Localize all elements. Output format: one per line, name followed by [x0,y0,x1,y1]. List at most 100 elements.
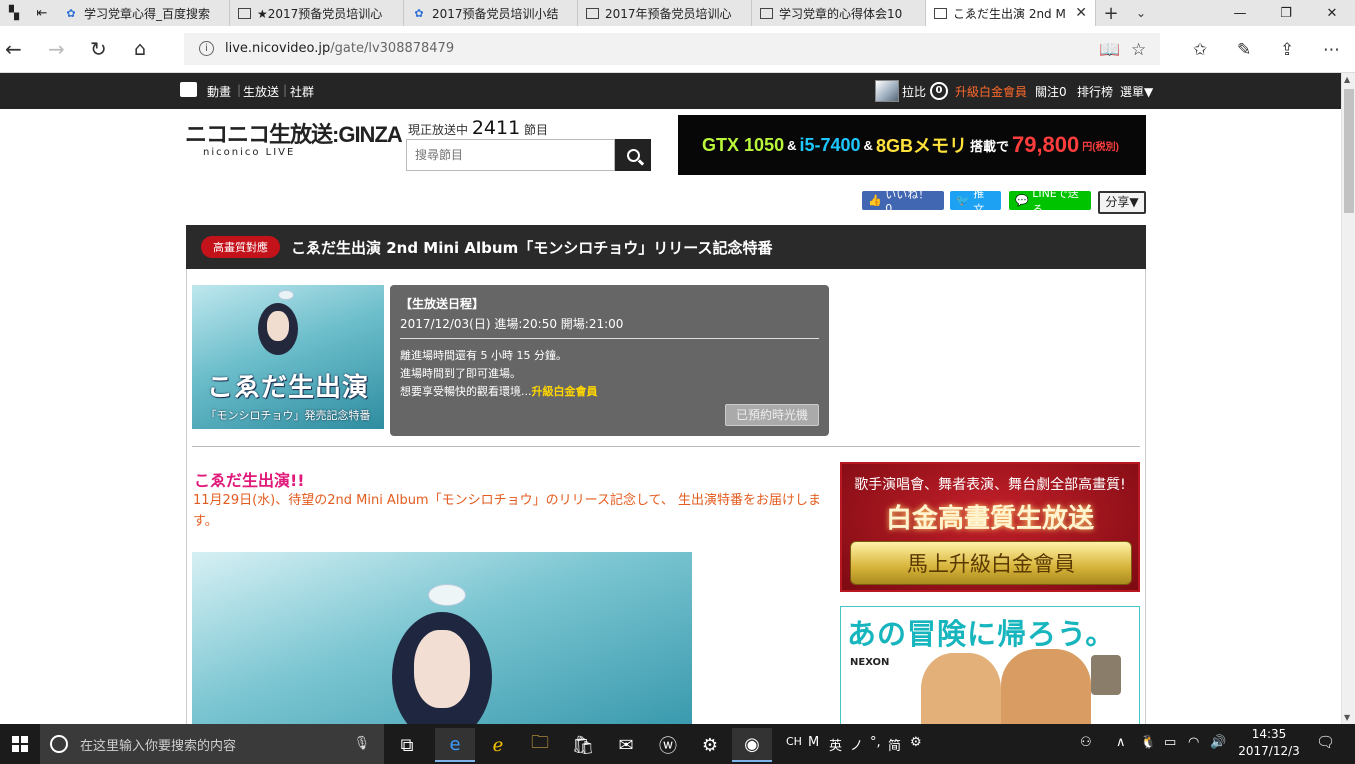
close-tab-icon[interactable]: ✕ [1075,5,1087,21]
nav-video[interactable]: 動畫 [207,83,231,100]
thumb-subtitle: 「モンシロチョウ」発売記念特番 [205,409,371,422]
coin-badge[interactable]: 0 [930,82,948,100]
ime-mode[interactable]: M [808,735,819,750]
scroll-down-arrow-icon[interactable]: ▼ [1344,713,1350,722]
set-tabs-aside-icon[interactable]: ⇤ [28,0,56,26]
home-icon[interactable]: ⌂ [134,38,146,60]
more-menu-icon[interactable]: ⋯ [1323,40,1340,60]
thumb-face [267,311,289,341]
menu-dropdown[interactable]: 選單▼ [1120,83,1153,100]
game-app-icon[interactable]: ◉ [732,728,772,762]
web-note-pen-icon[interactable]: ✎ [1237,40,1251,60]
upgrade-premium-link[interactable]: 升級白金會員 [955,83,1027,100]
twitter-bird-icon: 🐦 [956,194,970,207]
browser-tab[interactable]: 学习党章的心得体会10 [752,0,926,26]
task-view-icon[interactable]: ⧉ [387,728,427,762]
close-window-button[interactable]: ✕ [1309,6,1355,21]
page-scrollbar[interactable]: ▲ ▼ [1341,73,1355,724]
file-explorer-icon[interactable]: 🗀 [520,728,560,762]
main-image-headpiece [428,584,466,606]
nav-live[interactable]: 生放送 [243,83,279,100]
share-dropdown-button[interactable]: 分享▼ [1098,191,1146,214]
tab-title: 2017年预备党员培训心 [605,6,732,21]
search-input[interactable] [406,139,615,171]
schedule-heading: 【生放送日程】 [400,297,485,311]
minimize-button[interactable]: — [1217,6,1263,21]
refresh-icon[interactable]: ↻ [90,38,107,60]
baidu-paw-icon: ✿ [414,6,424,20]
schedule-box: 【生放送日程】 2017/12/03(日) 進場:20:50 開場:21:00 … [390,285,829,436]
twitter-tweet-button[interactable]: 🐦 推文 [950,187,1001,216]
niconico-tv-icon[interactable] [180,82,197,97]
follow-link[interactable]: 關注0 [1035,83,1067,100]
system-clock[interactable]: 14:35 2017/12/3 [1237,726,1301,760]
nexon-game-ad-banner[interactable]: あの冒険に帰ろう。 NEXON [840,606,1140,726]
tab-title: こゑだ生出演 2nd M [953,6,1066,21]
network-icon[interactable]: ◠ [1188,735,1199,750]
tray-app-icon[interactable]: 🐧 [1140,735,1156,750]
upgrade-notice: 想要享受暢快的觀看環境...升級白金會員 [400,385,598,398]
taskbar-search-box[interactable]: 在这里输入你要搜索的内容 🎙 [40,724,384,764]
battery-icon[interactable]: ▭ [1164,735,1176,750]
browser-tab[interactable]: ✿ 学习党章心得_百度搜索 [56,0,230,26]
avatar[interactable] [875,80,899,102]
facebook-like-button[interactable]: 👍 いいね！ 0 [862,188,944,215]
niconico-live-logo[interactable]: ニコニコ生放送:GINZA niconico LIVE [185,122,403,159]
url-field[interactable]: i live.nicovideo.jp/gate/lv308878479 📖 ☆ [184,33,1160,65]
microphone-icon[interactable]: 🎙 [353,736,370,751]
internet-explorer-icon[interactable]: ℯ [478,728,518,762]
people-icon[interactable]: ⚇ [1080,735,1092,750]
line-share-button[interactable]: 💬 LINEで送る [1009,187,1091,216]
upgrade-link[interactable]: 升級白金會員 [532,385,598,398]
page-title: こゑだ生出演 2nd Mini Album「モンシロチョウ」リリース記念特番 [291,238,773,257]
premium-ad-banner[interactable]: 歌手演唱會、舞者表演、舞台劇全部高畫質! 白金高畫質生放送 馬上升級白金會員 [840,462,1140,592]
windows-logo-icon [12,736,28,752]
reserved-timeshift-button[interactable]: 已預約時光機 [725,404,819,426]
site-info-icon[interactable]: i [199,41,214,56]
ime-en[interactable]: 英 [829,735,842,754]
ime-lang[interactable]: CH [786,735,802,748]
tab-title: 2017预备党员培训小结 [432,6,559,21]
logo-main: ニコニコ生放送:GINZA [185,122,403,147]
gtx-pc-ad-banner[interactable]: GTX 1050 & i5-7400 & 8GBメモリ 搭載で 79,800 円(税別) [678,115,1146,175]
favorite-star-icon[interactable]: ☆ [1131,40,1146,60]
share-icon[interactable]: ⇪ [1280,40,1294,60]
forward-icon[interactable]: → [48,38,65,60]
browser-tab-active[interactable]: こゑだ生出演 2nd M ✕ [926,0,1096,26]
edge-browser-icon[interactable]: e [435,728,475,762]
ime-settings-icon[interactable]: ⚙ [910,735,922,750]
start-button[interactable] [0,724,40,764]
browser-tab[interactable]: 2017年预备党员培训心 [578,0,752,26]
action-center-icon[interactable]: 🗨 [1316,733,1335,751]
browser-tab[interactable]: ✿ 2017预备党员培训小结 [404,0,578,26]
nexon-logo: NEXON [850,657,890,668]
back-icon[interactable]: ← [5,38,22,60]
tab-preview-chevron-icon[interactable]: ⌄ [1126,6,1156,20]
description-heading: こゑだ生出演!! [194,471,305,490]
user-name[interactable]: 拉比 [902,83,926,100]
restore-button[interactable]: ❐ [1263,6,1309,21]
nav-community[interactable]: 社群 [290,83,314,100]
store-icon[interactable]: 🛍 [563,728,603,762]
tab-manager-icon[interactable]: ▚ [0,0,28,26]
reading-view-icon[interactable]: 📖 [1099,40,1120,60]
tray-chevron-icon[interactable]: ∧ [1116,735,1126,750]
ime-punct[interactable]: °, [870,735,881,750]
mail-icon[interactable]: ✉ [606,728,646,762]
premium-upgrade-button[interactable]: 馬上升級白金會員 [850,541,1132,585]
ime-simplified[interactable]: 简 [888,735,901,754]
ime-moon[interactable]: ノ [850,735,863,754]
game-character-illustration [1001,649,1091,725]
app-w-icon[interactable]: ⓦ [648,728,688,762]
volume-icon[interactable]: 🔊 [1210,735,1226,750]
new-tab-button[interactable]: + [1096,3,1126,24]
steam-icon[interactable]: ⚙ [690,728,730,762]
browser-tab[interactable]: ★2017预备党员培训心 [230,0,404,26]
url-text: live.nicovideo.jp/gate/lv308878479 [225,41,455,56]
scroll-up-arrow-icon[interactable]: ▲ [1344,75,1350,84]
search-button[interactable] [615,139,651,171]
scrollbar-thumb[interactable] [1344,89,1354,213]
favorites-hub-icon[interactable]: ✩ [1193,40,1207,60]
ranking-link[interactable]: 排行榜 [1077,83,1113,100]
program-thumbnail[interactable]: こゑだ生出演 「モンシロチョウ」発売記念特番 [192,285,384,429]
